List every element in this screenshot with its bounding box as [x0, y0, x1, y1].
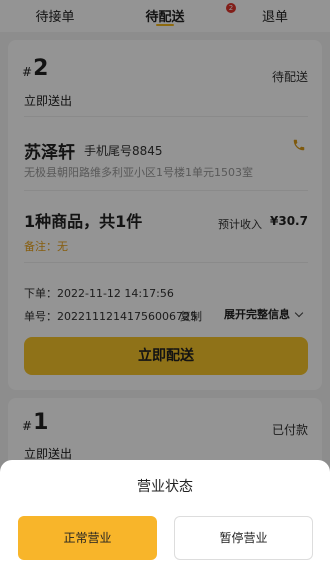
normal-business-button[interactable]: 正常营业 — [18, 516, 157, 560]
business-status-sheet: 营业状态 正常营业 暂停营业 — [0, 460, 330, 586]
sheet-title: 营业状态 — [137, 479, 193, 495]
pause-business-button[interactable]: 暂停营业 — [174, 516, 313, 560]
